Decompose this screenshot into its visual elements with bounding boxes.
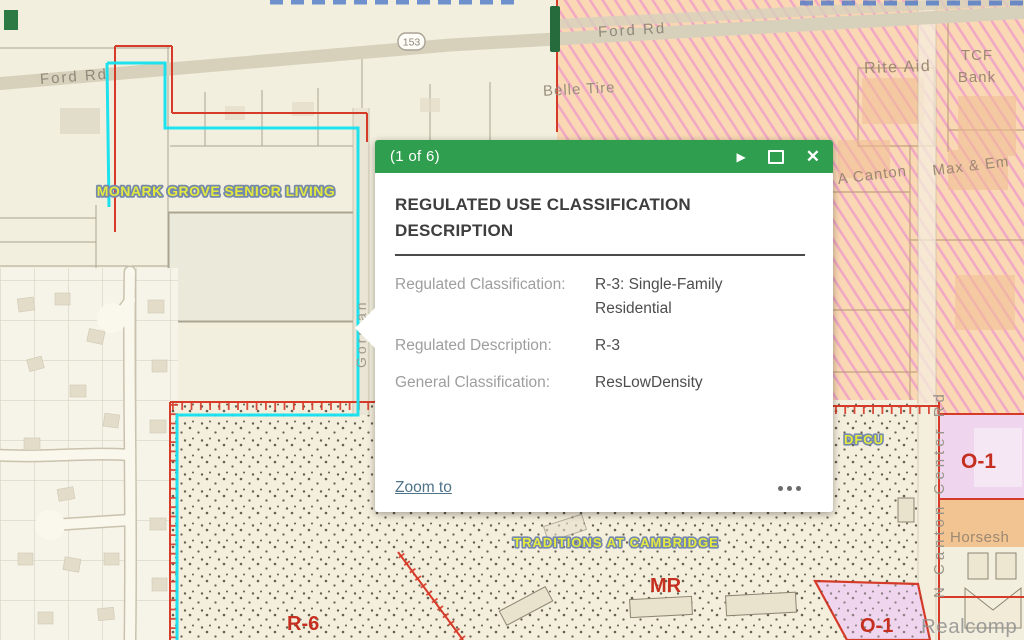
zone-o1-east-label: O-1 — [961, 450, 996, 473]
popup-pointer — [355, 307, 376, 349]
field-value: R-3 — [580, 334, 620, 358]
field-label: General Classification: — [395, 371, 580, 395]
realcomp-watermark: Realcomp — [921, 615, 1017, 638]
popup-footer: Zoom to — [395, 474, 801, 502]
field-row: Regulated Description: R-3 — [395, 334, 813, 358]
highway-153-label: 153 — [403, 37, 421, 49]
green-patch-topleft — [4, 10, 18, 30]
field-row: General Classification: ResLowDensity — [395, 371, 813, 395]
parcel-greenish — [169, 213, 361, 321]
field-value: ResLowDensity — [580, 371, 703, 395]
rite-aid-label: Rite Aid — [864, 58, 932, 77]
n-canton-center-rd-label: N Canton Center Rd — [931, 390, 948, 598]
field-label: Regulated Description: — [395, 334, 580, 358]
attribute-fields: Regulated Classification: R-3: Single-Fa… — [395, 273, 813, 395]
map-application: 153 Ford Rd Ford Rd N Canton Center Rd G… — [0, 0, 1024, 640]
field-label: Regulated Classification: — [395, 273, 580, 321]
highway-153-shield: 153 — [398, 33, 425, 50]
zone-mr-label: MR — [650, 575, 682, 597]
close-icon[interactable]: ✕ — [806, 148, 820, 165]
field-value: R-3: Single-Family Residential — [580, 273, 775, 321]
zoom-to-link[interactable]: Zoom to — [395, 479, 452, 497]
zone-r6-label: R-6 — [287, 613, 319, 635]
dock-icon[interactable] — [768, 150, 784, 164]
popup-title: REGULATED USE CLASSIFICATION DESCRIPTION — [395, 192, 813, 244]
traditions-annotation: TRADITIONS AT CAMBRIDGE — [513, 535, 719, 550]
popup-header: (1 of 6) ▶ ✕ — [375, 140, 833, 173]
tcf-bank-label-line2: Bank — [958, 69, 996, 86]
zone-o1-south-label: O-1 — [860, 615, 893, 637]
horseshoe-label: Horsesh — [950, 529, 1009, 546]
monark-grove-annotation: MONARK GROVE SENIOR LIVING — [97, 183, 336, 199]
tcf-bank-label-line1: TCF — [961, 47, 993, 64]
overflow-menu-icon[interactable] — [778, 486, 801, 491]
dfcu-annotation: DFCU — [844, 432, 884, 447]
title-divider — [395, 254, 805, 256]
field-row: Regulated Classification: R-3: Single-Fa… — [395, 273, 813, 321]
popup-body: REGULATED USE CLASSIFICATION DESCRIPTION… — [375, 173, 833, 395]
popup-pager: (1 of 6) — [390, 148, 715, 165]
next-feature-icon[interactable]: ▶ — [737, 151, 746, 163]
green-patch-belle-tire — [550, 6, 560, 52]
feature-popup: (1 of 6) ▶ ✕ REGULATED USE CLASSIFICATIO… — [375, 140, 833, 512]
